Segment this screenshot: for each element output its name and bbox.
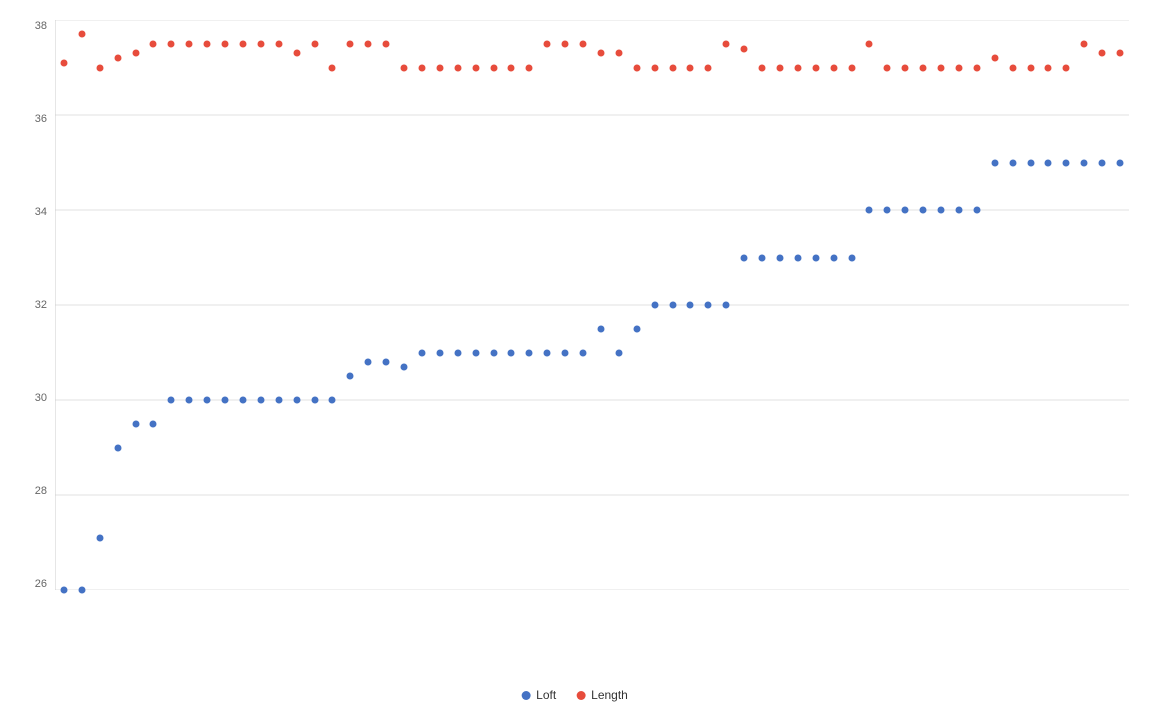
x-axis: Bridgestone JGRCallaway EPIC StarCallawa…	[55, 585, 1129, 675]
legend: Loft Length	[521, 688, 628, 702]
length-legend-dot	[576, 691, 585, 700]
y-label-28: 28	[35, 485, 47, 497]
y-label-34: 34	[35, 206, 47, 218]
legend-length: Length	[576, 688, 628, 702]
y-label-32: 32	[35, 299, 47, 311]
legend-loft: Loft	[521, 688, 556, 702]
length-legend-label: Length	[591, 688, 628, 702]
chart-svg	[55, 20, 1129, 590]
loft-legend-dot	[521, 691, 530, 700]
y-axis: 38 36 34 32 30 28 26	[0, 20, 55, 590]
y-label-30: 30	[35, 392, 47, 404]
y-label-38: 38	[35, 20, 47, 32]
y-label-36: 36	[35, 113, 47, 125]
y-label-26: 26	[35, 578, 47, 590]
loft-legend-label: Loft	[536, 688, 556, 702]
chart-container: 38 36 34 32 30 28 26 Bridgestone JGRCall…	[0, 0, 1149, 710]
